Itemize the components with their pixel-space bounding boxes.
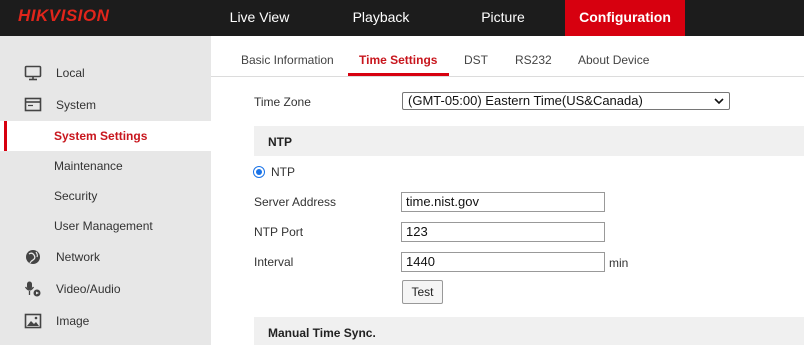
server-address-input[interactable]: time.nist.gov <box>401 192 605 212</box>
hikvision-logo: HIKVISION <box>0 0 140 36</box>
image-icon <box>24 313 42 329</box>
sidebar-item-user-management[interactable]: User Management <box>0 211 211 241</box>
sidebar-item-maintenance[interactable]: Maintenance <box>0 151 211 181</box>
tab-about-device[interactable]: About Device <box>578 53 649 67</box>
tab-dst[interactable]: DST <box>464 53 488 67</box>
system-window-icon <box>24 97 42 112</box>
interval-input[interactable]: 1440 <box>401 252 605 272</box>
ntp-section-title: NTP <box>268 135 292 149</box>
sidebar-item-label: Video/Audio <box>56 282 121 296</box>
time-zone-select[interactable]: (GMT-05:00) Eastern Time(US&Canada) <box>402 92 730 110</box>
sidebar-item-system[interactable]: System <box>0 90 211 120</box>
sidebar-item-label: Image <box>56 314 90 328</box>
ntp-radio-label: NTP <box>271 165 295 179</box>
active-tab-indicator <box>348 73 449 76</box>
monitor-icon <box>24 65 42 81</box>
sidebar-item-label: Network <box>56 250 101 264</box>
main-content: Basic Information Time Settings DST RS23… <box>211 36 804 345</box>
nav-live-view[interactable]: Live View <box>211 0 308 36</box>
time-zone-value: (GMT-05:00) Eastern Time(US&Canada) <box>408 93 643 108</box>
manual-time-sync-section-header: Manual Time Sync. <box>254 317 804 345</box>
nav-picture[interactable]: Picture <box>452 0 554 36</box>
brand-text: HIKVISION <box>18 6 110 25</box>
tab-time-settings[interactable]: Time Settings <box>359 53 437 67</box>
server-address-label: Server Address <box>254 195 337 209</box>
test-button[interactable]: Test <box>402 280 443 304</box>
ntp-port-label: NTP Port <box>254 225 304 239</box>
interval-unit: min <box>609 256 629 270</box>
interval-label: Interval <box>254 255 294 269</box>
sidebar-item-image[interactable]: Image <box>0 306 211 336</box>
sidebar-item-label: Security <box>54 189 98 203</box>
tab-basic-information[interactable]: Basic Information <box>241 53 334 67</box>
sidebar: Local System System Settings Maintenance… <box>0 36 211 345</box>
globe-icon <box>26 250 40 264</box>
manual-time-sync-title: Manual Time Sync. <box>268 326 376 340</box>
sidebar-item-label: Local <box>56 66 85 80</box>
nav-configuration[interactable]: Configuration <box>565 0 685 36</box>
sidebar-item-video-audio[interactable]: Video/Audio <box>0 274 211 304</box>
sidebar-item-system-settings[interactable]: System Settings <box>0 121 211 151</box>
sidebar-item-local[interactable]: Local <box>0 58 211 88</box>
tab-rs232[interactable]: RS232 <box>515 53 552 67</box>
sidebar-item-label: Maintenance <box>54 159 123 173</box>
chevron-down-icon <box>714 98 724 105</box>
ntp-radio[interactable] <box>253 166 265 178</box>
sidebar-item-network[interactable]: Network <box>0 242 211 272</box>
settings-tabs: Basic Information Time Settings DST RS23… <box>211 36 804 77</box>
sidebar-item-label: System Settings <box>54 129 148 143</box>
microphone-camera-icon <box>24 281 41 297</box>
ntp-section-header: NTP <box>254 126 804 156</box>
time-zone-label: Time Zone <box>254 95 311 109</box>
ntp-port-input[interactable]: 123 <box>401 222 605 242</box>
sidebar-item-security[interactable]: Security <box>0 181 211 211</box>
top-navigation-bar: HIKVISION Live View Playback Picture Con… <box>0 0 804 36</box>
sidebar-item-label: System <box>56 98 97 112</box>
sidebar-item-label: User Management <box>54 219 153 233</box>
nav-playback[interactable]: Playback <box>329 0 433 36</box>
